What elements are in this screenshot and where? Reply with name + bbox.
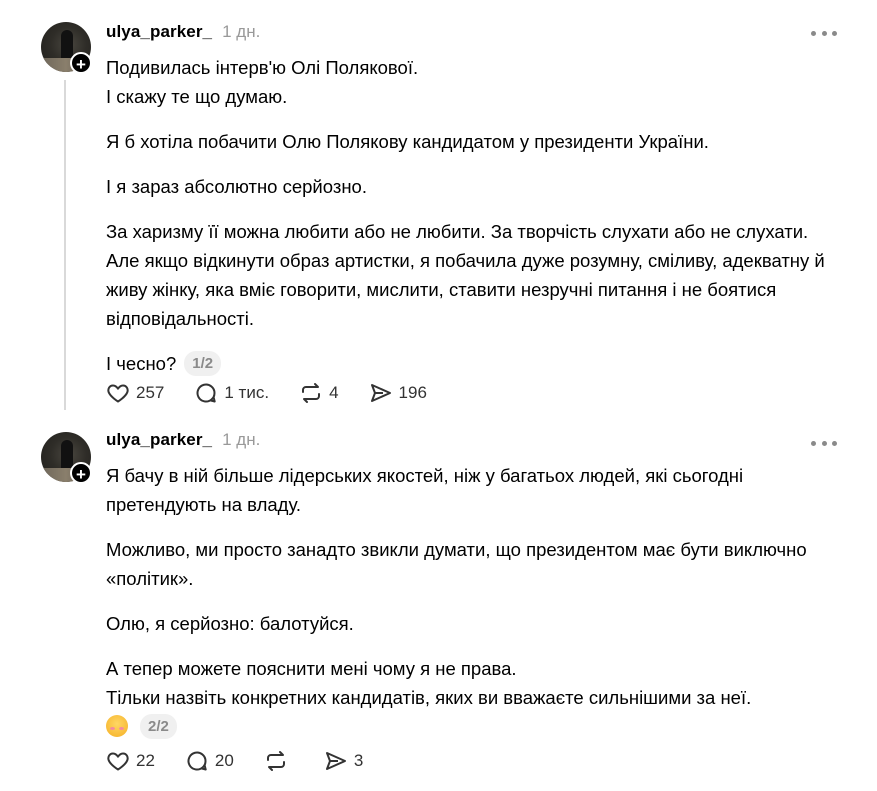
paragraph: За харизму її можна любити або не любити… [106, 221, 825, 329]
repost-button[interactable] [264, 749, 294, 773]
like-count: 257 [136, 383, 165, 402]
post-header: ulya_parker_ 1 дн. [106, 22, 260, 46]
smiling-blush-emoji [106, 715, 128, 738]
timestamp[interactable]: 1 дн. [222, 22, 260, 42]
like-button[interactable]: 22 [106, 749, 155, 773]
username[interactable]: ulya_parker_ [106, 22, 212, 42]
text-line: І скажу те що думаю. [106, 86, 288, 107]
paragraph: Можливо, ми просто занадто звикли думати… [106, 539, 807, 589]
post-header: ulya_parker_ 1 дн. [106, 430, 260, 454]
text-line: А тепер можете пояснити мені чому я не п… [106, 658, 517, 679]
post-2: + ulya_parker_ 1 дн. Я бачу в ній більше… [0, 418, 877, 791]
like-button[interactable]: 257 [106, 381, 164, 405]
send-icon [325, 752, 346, 770]
heart-icon [107, 384, 129, 403]
paragraph: Я б хотіла побачити Олю Полякову кандида… [106, 131, 709, 152]
action-bar: 257 1 тис. 4 196 [106, 379, 457, 407]
text-line: І чесно? [106, 353, 177, 374]
more-options-icon[interactable] [811, 29, 837, 37]
comment-icon [196, 383, 217, 403]
more-options-icon[interactable] [811, 439, 837, 447]
username[interactable]: ulya_parker_ [106, 430, 212, 450]
text-line: Подивилась інтерв'ю Олі Полякової. [106, 57, 419, 78]
share-count: 3 [353, 751, 364, 770]
action-bar: 22 20 3 [106, 747, 393, 775]
repost-icon [302, 383, 321, 403]
thread-pager-badge: 1/2 [184, 350, 222, 376]
follow-plus-icon[interactable]: + [70, 462, 92, 484]
share-count: 196 [398, 383, 427, 402]
reply-button[interactable]: 1 тис. [194, 381, 269, 405]
timestamp[interactable]: 1 дн. [222, 430, 260, 450]
comment-icon [187, 751, 207, 771]
repost-count: 4 [329, 383, 339, 402]
reply-count: 1 тис. [224, 383, 270, 402]
like-count: 22 [136, 751, 155, 770]
share-button[interactable]: 196 [369, 381, 427, 405]
post-text: Подивилась інтерв'ю Олі Полякової. І ска… [106, 53, 836, 394]
send-icon [370, 384, 391, 402]
heart-icon [107, 752, 129, 771]
reply-button[interactable]: 20 [185, 749, 234, 773]
share-button[interactable]: 3 [324, 749, 363, 773]
paragraph: А тепер можете пояснити мені чому я не п… [106, 654, 836, 741]
repost-button[interactable]: 4 [299, 381, 339, 405]
post-text: Я бачу в ній більше лідерських якостей, … [106, 461, 836, 757]
follow-plus-icon[interactable]: + [70, 52, 92, 74]
paragraph: Подивилась інтерв'ю Олі Полякової. І ска… [106, 53, 836, 111]
post-1: + ulya_parker_ 1 дн. Подивилась інтерв'ю… [0, 0, 877, 415]
repost-icon [266, 751, 285, 771]
paragraph: І чесно? 1/2 [106, 349, 836, 378]
paragraph: Олю, я серйозно: балотуйся. [106, 613, 354, 634]
paragraph: Я бачу в ній більше лідерських якостей, … [106, 465, 744, 515]
thread-pager-badge: 2/2 [140, 713, 177, 739]
text-line: Тільки назвіть конкретних кандидатів, як… [106, 687, 752, 708]
thread-line [64, 80, 66, 410]
reply-count: 20 [214, 751, 234, 770]
paragraph: І я зараз абсолютно серйозно. [106, 176, 367, 197]
